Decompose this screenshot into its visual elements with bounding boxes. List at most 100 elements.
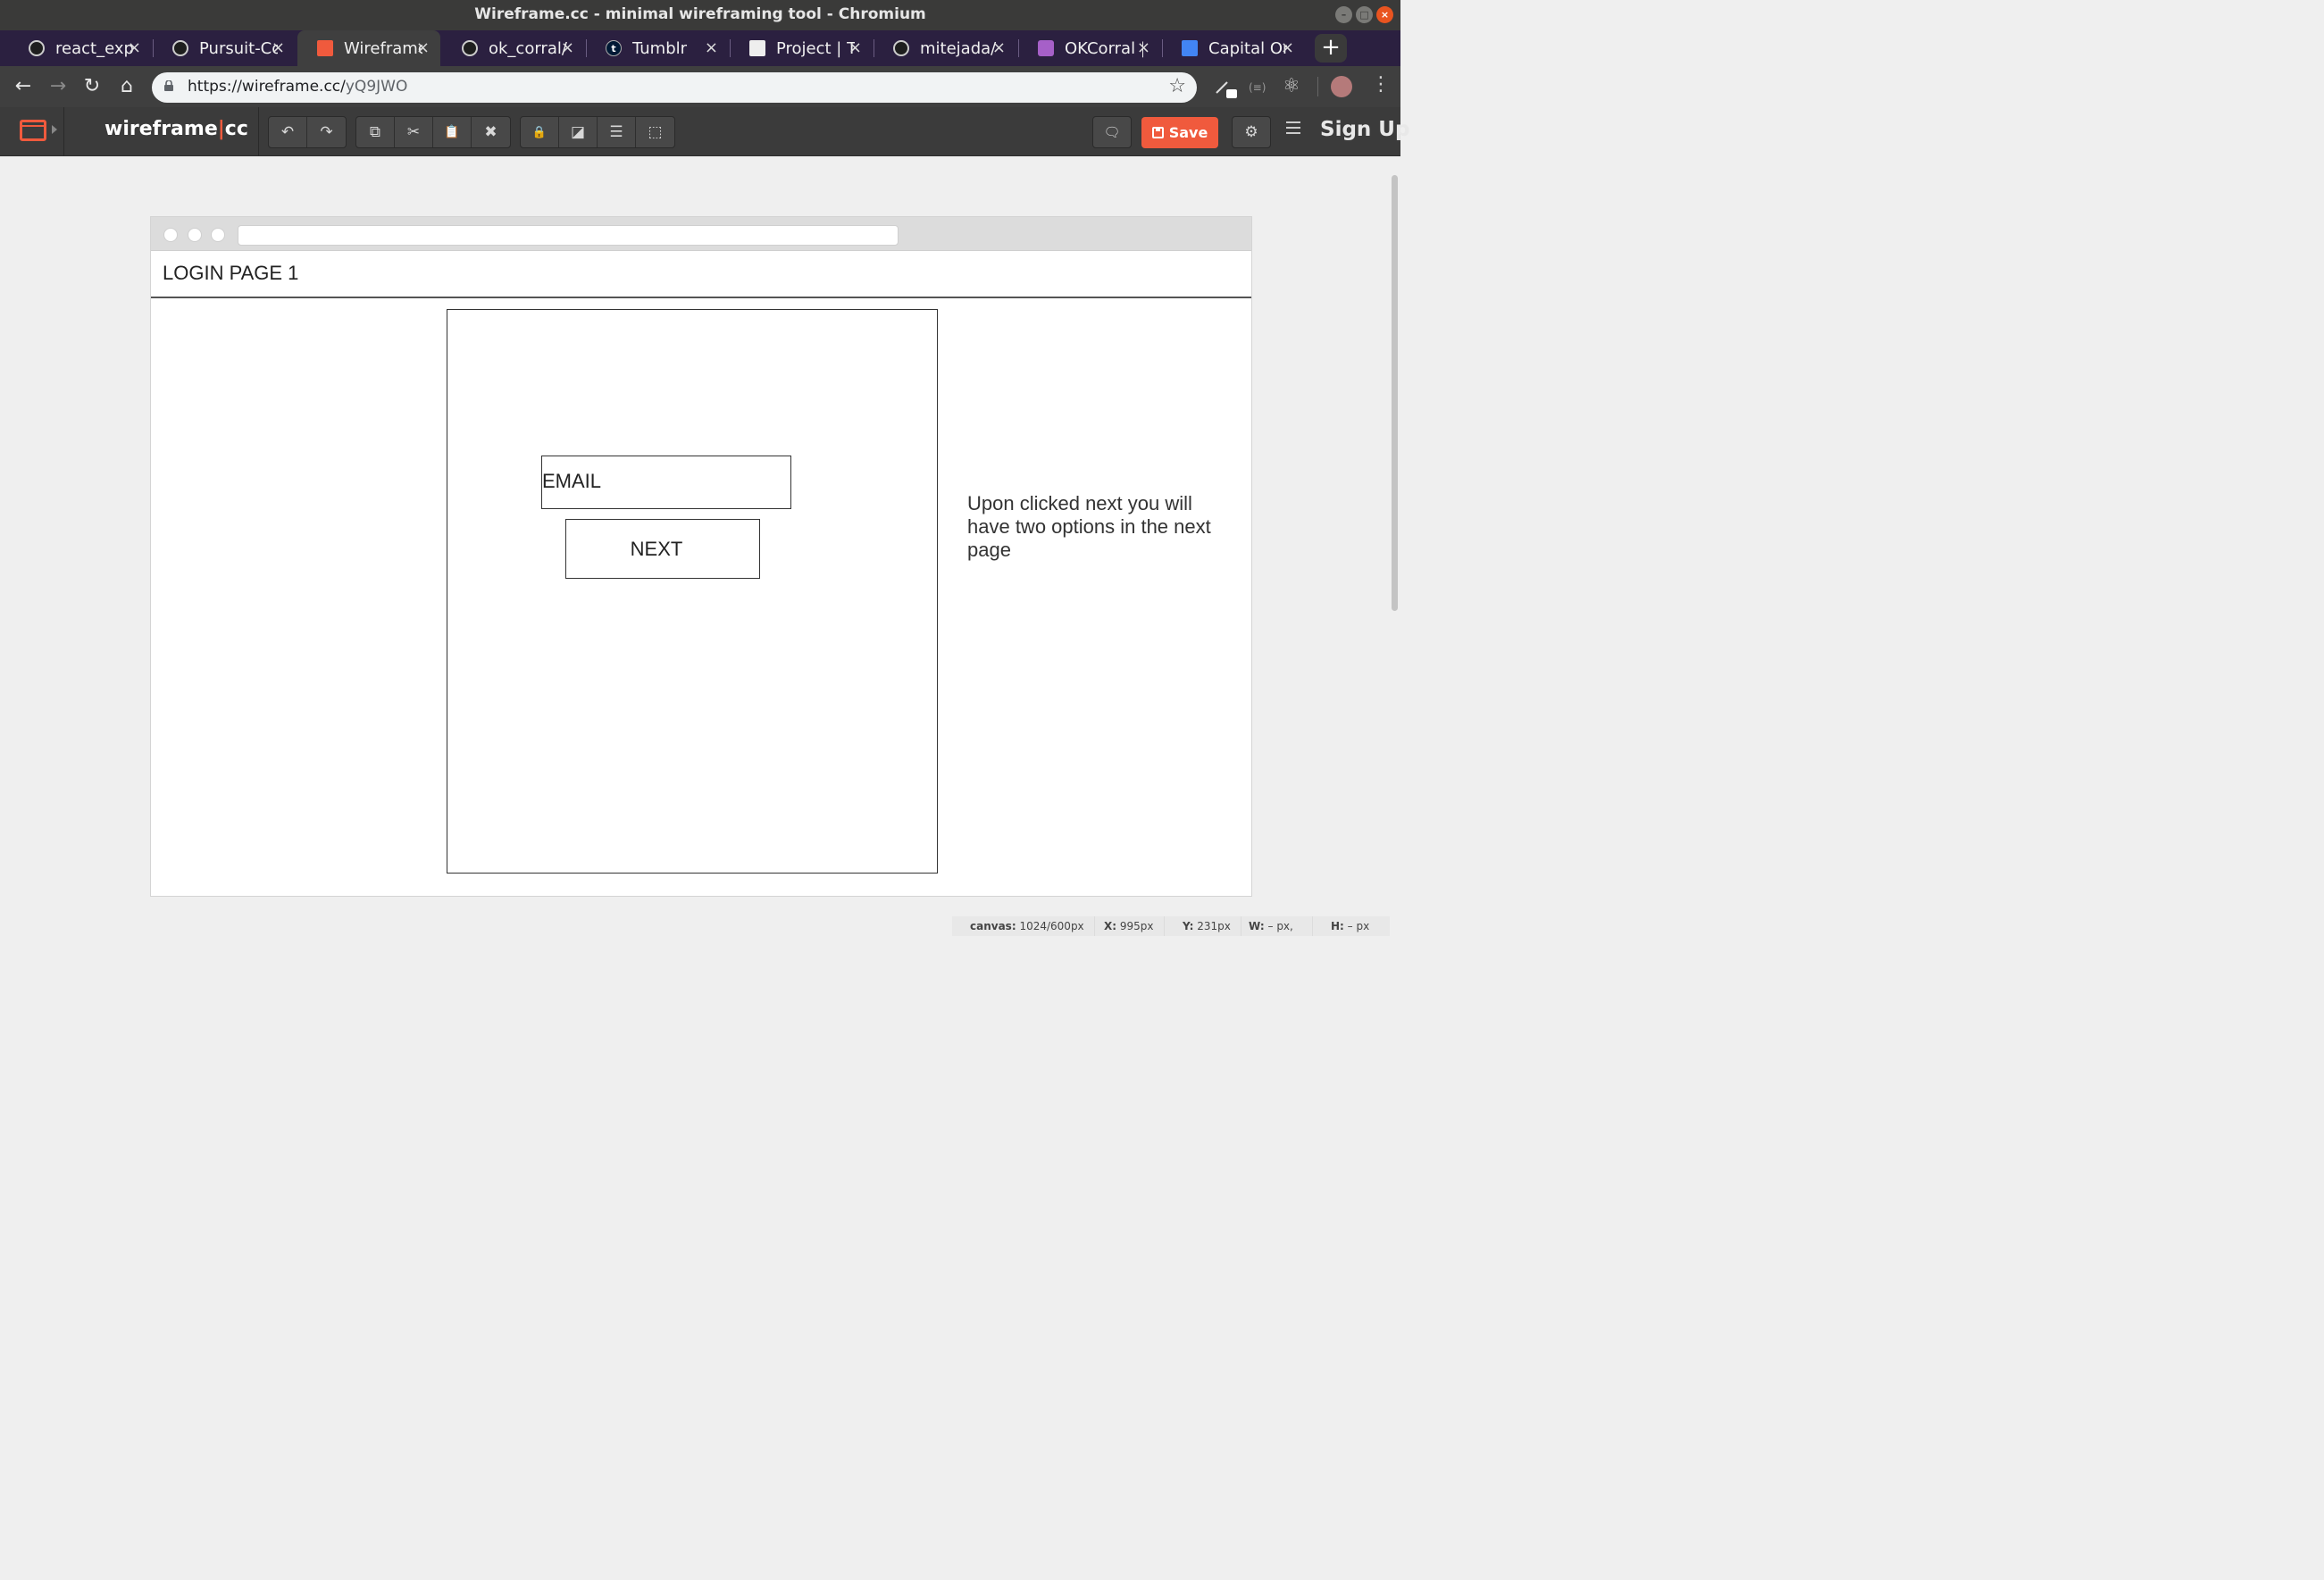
browser-tab[interactable]: mitejada/ × — [874, 30, 1016, 66]
mock-page-header[interactable]: LOGIN PAGE 1 — [151, 251, 1251, 298]
height-readout: H: – px — [1313, 916, 1390, 936]
tab-close-icon[interactable]: × — [849, 38, 862, 57]
toolbar-divider — [63, 107, 64, 156]
comment-icon[interactable]: 🗨 — [1093, 117, 1131, 147]
redo-icon[interactable]: ↷ — [307, 117, 346, 147]
browser-menu-icon[interactable]: ⋮ — [1371, 73, 1391, 96]
sign-up-link[interactable]: Sign Up — [1320, 118, 1409, 141]
login-panel-box[interactable]: EMAIL NEXT — [447, 309, 938, 874]
trello-icon — [1038, 40, 1054, 56]
browser-tab[interactable]: OKCorral | × — [1018, 30, 1161, 66]
tab-label: react_exp — [55, 38, 134, 58]
y-readout: Y: 231px — [1165, 916, 1241, 936]
clipboard-button-group: ⧉ ✂ 📋 ✖ — [355, 116, 511, 148]
tab-close-icon[interactable]: × — [1137, 38, 1150, 57]
new-tab-button[interactable]: + — [1315, 34, 1347, 63]
tab-label: ok_corral/ — [489, 38, 567, 58]
tab-close-icon[interactable]: × — [705, 38, 718, 57]
reload-icon[interactable]: ↻ — [79, 74, 104, 99]
github-icon — [29, 40, 45, 56]
tab-close-icon[interactable]: × — [272, 38, 285, 57]
app-toolbar: wireframe|cc ↶ ↷ ⧉ ✂ 📋 ✖ 🔒 ◪ ☰ ⬚ 🗨 Save … — [0, 107, 1409, 156]
mock-browser-chrome — [151, 217, 1251, 251]
wireframe-canvas[interactable]: LOGIN PAGE 1 EMAIL NEXT Upon clicked nex… — [150, 216, 1252, 897]
address-url: https://wireframe.cc/yQ9JWO — [188, 78, 407, 96]
scrollbar-thumb[interactable] — [1392, 175, 1398, 611]
delete-icon[interactable]: ✖ — [472, 117, 510, 147]
wireframe-window-icon[interactable] — [20, 120, 46, 141]
forward-arrow-icon[interactable]: → — [46, 74, 71, 99]
tab-close-icon[interactable]: × — [128, 38, 141, 57]
x-label: X: — [1104, 920, 1117, 932]
browser-tab[interactable]: t Tumblr × — [586, 30, 729, 66]
brand-pipe: | — [217, 118, 225, 140]
minimize-window-button[interactable]: – — [1335, 6, 1352, 23]
brand-suffix: cc — [224, 118, 248, 140]
vertical-scrollbar[interactable] — [1390, 157, 1400, 952]
browser-tab[interactable]: react_exp × — [9, 30, 152, 66]
mock-window-dot — [188, 228, 202, 242]
github-icon — [893, 40, 909, 56]
pen-extension-icon[interactable] — [1215, 79, 1238, 98]
w-value: – px, — [1267, 920, 1293, 932]
group-icon[interactable]: ⬚ — [636, 117, 674, 147]
bring-to-front-icon[interactable]: ◪ — [559, 117, 598, 147]
toolbar-divider — [258, 107, 259, 156]
email-label: EMAIL — [542, 470, 602, 492]
browser-tab[interactable]: Pursuit-Co × — [153, 30, 296, 66]
floppy-disk-icon — [1151, 127, 1164, 138]
h-label: H: — [1331, 920, 1344, 932]
align-left-icon[interactable]: ☰ — [598, 117, 636, 147]
save-button[interactable]: Save — [1141, 117, 1218, 148]
caret-right-icon[interactable] — [52, 125, 57, 134]
browser-toolbar: ← → ↻ ⌂ https://wireframe.cc/yQ9JWO ☆ (≡… — [0, 66, 1400, 107]
url-host: https://wireframe.cc/ — [188, 78, 346, 96]
trello-icon — [749, 40, 765, 56]
react-devtools-icon[interactable]: ⚛ — [1283, 75, 1300, 97]
browser-tab[interactable]: ok_corral/ × — [442, 30, 585, 66]
profile-avatar[interactable] — [1331, 76, 1352, 97]
home-icon[interactable]: ⌂ — [114, 74, 139, 99]
mock-window-dot — [211, 228, 225, 242]
cut-icon[interactable]: ✂ — [395, 117, 433, 147]
back-arrow-icon[interactable]: ← — [11, 74, 36, 99]
email-field-box[interactable]: EMAIL — [541, 456, 791, 509]
close-window-button[interactable]: × — [1376, 6, 1393, 23]
mock-url-bar[interactable] — [238, 225, 899, 246]
settings-button-group: ⚙ — [1232, 116, 1271, 148]
maximize-window-button[interactable]: □ — [1356, 6, 1373, 23]
hamburger-menu-icon[interactable] — [1286, 121, 1300, 134]
canvas-size-value: 1024/600px — [1019, 920, 1084, 932]
undo-icon[interactable]: ↶ — [269, 117, 307, 147]
save-label: Save — [1168, 124, 1208, 141]
h-value: – px — [1347, 920, 1370, 932]
y-label: Y: — [1183, 920, 1194, 932]
lock-icon[interactable]: 🔒 — [521, 117, 559, 147]
window-title: Wireframe.cc - minimal wireframing tool … — [474, 5, 926, 23]
canvas-status-bar: canvas: 1024/600px X: 995px Y: 231px W: … — [952, 916, 1390, 936]
extension-icon[interactable]: (≡) — [1249, 81, 1266, 94]
tab-close-icon[interactable]: × — [992, 38, 1006, 57]
browser-tab[interactable]: Capital On × — [1162, 30, 1305, 66]
tab-label: Project | T — [776, 38, 855, 58]
tab-label: mitejada/ — [920, 38, 997, 58]
tab-close-icon[interactable]: × — [1281, 38, 1294, 57]
w-label: W: — [1249, 920, 1265, 932]
browser-tab-active[interactable]: Wireframe × — [297, 30, 440, 66]
mock-window-dot — [163, 228, 178, 242]
page-title[interactable]: LOGIN PAGE 1 — [163, 262, 298, 285]
browser-tab-strip: react_exp × Pursuit-Co × Wireframe × ok_… — [0, 30, 1400, 66]
bookmark-star-icon[interactable]: ☆ — [1168, 75, 1186, 97]
tab-label: Pursuit-Co — [199, 38, 278, 58]
github-icon — [462, 40, 478, 56]
next-button-box[interactable]: NEXT — [565, 519, 760, 579]
tab-close-icon[interactable]: × — [416, 38, 430, 57]
paste-icon[interactable]: 📋 — [433, 117, 472, 147]
y-value: 231px — [1197, 920, 1231, 932]
address-bar[interactable]: https://wireframe.cc/yQ9JWO ☆ — [152, 72, 1197, 103]
copy-icon[interactable]: ⧉ — [356, 117, 395, 147]
annotation-note[interactable]: Upon clicked next you will have two opti… — [967, 492, 1235, 562]
tab-close-icon[interactable]: × — [561, 38, 574, 57]
settings-gear-icon[interactable]: ⚙ — [1233, 117, 1270, 147]
browser-tab[interactable]: Project | T × — [730, 30, 873, 66]
